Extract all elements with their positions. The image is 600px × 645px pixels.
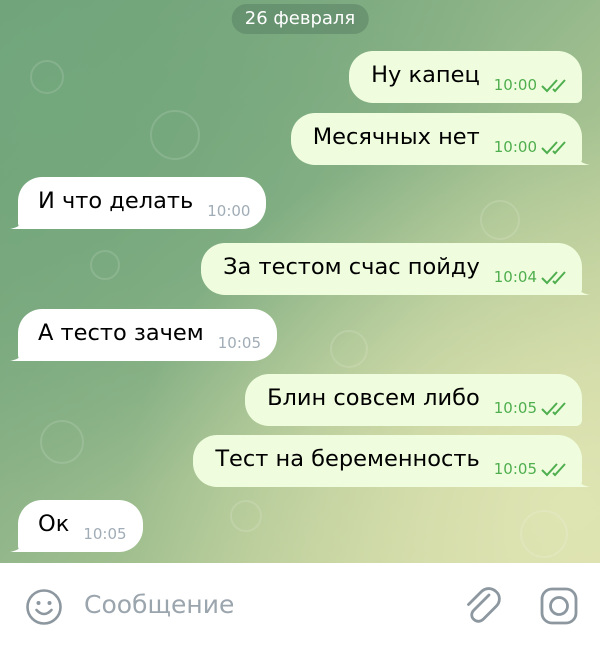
message-text: Ок <box>38 511 70 537</box>
date-separator: 26 февраля <box>231 4 369 34</box>
message-meta: 10:05 <box>494 445 570 478</box>
instagram-camera-icon[interactable] <box>538 585 580 627</box>
message-meta: 10:00 <box>207 187 250 220</box>
message-meta: 10:05 <box>218 319 261 352</box>
message-text: Блин совсем либо <box>267 385 480 411</box>
message-bubble-incoming[interactable]: А тесто зачем 10:05 <box>10 309 277 361</box>
message-text: А тесто зачем <box>38 320 204 346</box>
message-bubble-incoming[interactable]: И что делать 10:00 <box>10 177 267 229</box>
message-bubble-incoming[interactable]: Ок 10:05 <box>10 500 143 552</box>
message-time: 10:04 <box>493 268 537 286</box>
message-text: И что делать <box>38 188 194 214</box>
doodle-decoration <box>480 200 520 240</box>
doodle-decoration <box>90 250 120 280</box>
message-input[interactable] <box>84 585 424 625</box>
double-check-icon <box>541 271 566 285</box>
message-meta: 10:00 <box>494 123 570 156</box>
smiley-icon[interactable] <box>24 587 64 627</box>
message-composer <box>0 563 600 645</box>
bubble-tail <box>10 215 24 229</box>
message-bubble-outgoing[interactable]: Тест на беременность 10:05 <box>193 435 590 487</box>
doodle-decoration <box>150 110 200 160</box>
message-text: Месячных нет <box>312 124 480 150</box>
message-meta: 10:00 <box>494 61 570 94</box>
bubble-tail <box>576 281 590 295</box>
message-time: 10:05 <box>83 525 127 543</box>
bubble-tail <box>576 473 590 487</box>
message-meta: 10:04 <box>494 253 570 286</box>
message-time: 10:00 <box>493 138 537 156</box>
message-time: 10:05 <box>217 334 261 352</box>
bubble-tail <box>10 538 24 552</box>
chat-background: 26 февраля Ну капец 10:00 Месячных нет 1… <box>0 0 600 563</box>
doodle-decoration <box>330 330 368 368</box>
message-text: За тестом счас пойду <box>223 254 480 280</box>
message-time: 10:00 <box>207 202 251 220</box>
message-time: 10:05 <box>493 460 537 478</box>
doodle-decoration <box>520 510 568 558</box>
bubble-tail <box>10 347 24 361</box>
message-text: Тест на беременность <box>215 446 480 472</box>
doodle-decoration <box>40 420 84 464</box>
message-text: Ну капец <box>371 62 480 88</box>
doodle-decoration <box>30 60 64 94</box>
message-time: 10:00 <box>493 76 537 94</box>
double-check-icon <box>541 402 566 416</box>
double-check-icon <box>541 79 566 93</box>
doodle-decoration <box>230 500 262 532</box>
double-check-icon <box>541 141 566 155</box>
double-check-icon <box>541 463 566 477</box>
paperclip-icon[interactable] <box>462 585 502 627</box>
message-bubble-outgoing[interactable]: За тестом счас пойду 10:04 <box>201 243 590 295</box>
message-time: 10:05 <box>493 399 537 417</box>
message-bubble-outgoing[interactable]: Месячных нет 10:00 <box>290 113 590 165</box>
message-bubble-outgoing[interactable]: Ну капец 10:00 <box>349 51 582 103</box>
message-meta: 10:05 <box>83 510 126 543</box>
message-bubble-outgoing[interactable]: Блин совсем либо 10:05 <box>245 374 582 426</box>
message-meta: 10:05 <box>494 384 570 417</box>
bubble-tail <box>576 151 590 165</box>
